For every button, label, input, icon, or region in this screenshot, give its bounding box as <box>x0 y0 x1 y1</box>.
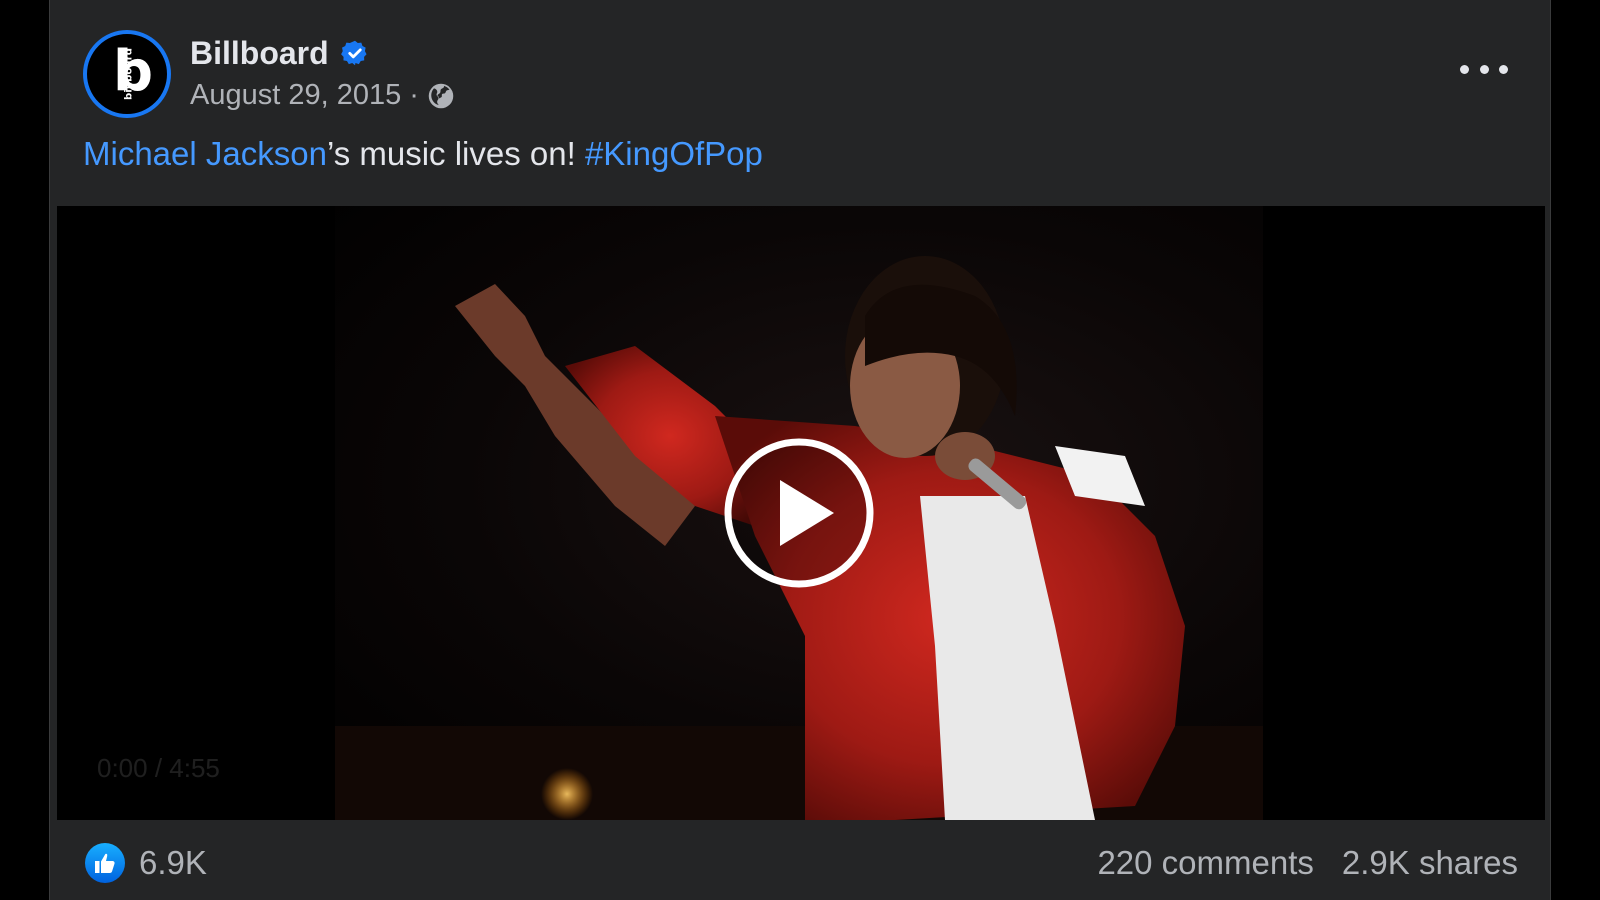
like-count: 6.9K <box>139 844 207 881</box>
post-footer: 6.9K 220 comments 2.9K shares <box>50 820 1550 900</box>
post-card: billboard b Billboard August 29, 2015 · <box>49 0 1551 900</box>
hashtag-link[interactable]: #KingOfPop <box>585 135 763 172</box>
mention-link[interactable]: Michael Jackson <box>83 135 327 172</box>
verified-badge-icon <box>340 40 367 66</box>
author-name[interactable]: Billboard <box>190 34 329 72</box>
video-player[interactable]: 0:00 / 4:55 <box>57 206 1545 820</box>
play-icon[interactable] <box>722 436 876 590</box>
more-dot-icon <box>1499 64 1508 74</box>
separator-dot: · <box>409 79 419 111</box>
video-controls-hint: 0:00 / 4:55 <box>97 753 220 783</box>
more-dot-icon <box>1460 64 1469 74</box>
comments-count-link[interactable]: 220 comments <box>1097 843 1313 883</box>
reactions-summary[interactable]: 6.9K <box>85 843 207 883</box>
author-row: Billboard <box>190 34 455 72</box>
avatar-wordmark: billboard <box>123 47 135 101</box>
post-caption: Michael Jackson’s music lives on! #KingO… <box>83 134 763 174</box>
timestamp-row: August 29, 2015 · <box>190 78 455 112</box>
engagement-stats: 220 comments 2.9K shares <box>1097 843 1518 883</box>
globe-icon[interactable] <box>427 82 455 110</box>
avatar[interactable]: billboard b <box>83 30 171 118</box>
more-dot-icon <box>1479 64 1489 74</box>
more-options-button[interactable] <box>1460 54 1508 84</box>
like-thumbs-up-icon <box>85 843 125 883</box>
post-header: billboard b Billboard August 29, 2015 · <box>83 30 455 120</box>
shares-count-link[interactable]: 2.9K shares <box>1342 843 1518 883</box>
caption-text: ’s music lives on! <box>326 135 585 172</box>
post-date[interactable]: August 29, 2015 <box>190 78 401 112</box>
post-meta: Billboard August 29, 2015 · <box>190 30 455 112</box>
